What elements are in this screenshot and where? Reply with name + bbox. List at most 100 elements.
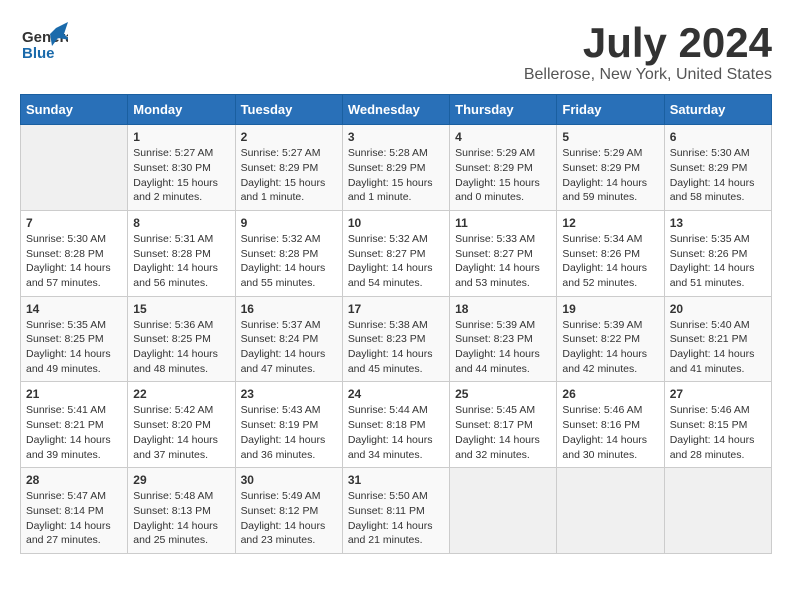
day-number: 11 (455, 216, 551, 230)
day-number: 20 (670, 302, 766, 316)
day-info: Sunrise: 5:32 AM Sunset: 8:27 PM Dayligh… (348, 232, 444, 291)
day-info: Sunrise: 5:34 AM Sunset: 8:26 PM Dayligh… (562, 232, 658, 291)
header-row: SundayMondayTuesdayWednesdayThursdayFrid… (21, 95, 772, 125)
svg-text:Blue: Blue (22, 45, 55, 62)
calendar-cell: 14 Sunrise: 5:35 AM Sunset: 8:25 PM Dayli… (21, 296, 128, 382)
day-info: Sunrise: 5:49 AM Sunset: 8:12 PM Dayligh… (241, 489, 337, 548)
location-title: Bellerose, New York, United States (524, 66, 772, 84)
logo-icon: General Blue (20, 20, 68, 73)
logo: General Blue (20, 20, 68, 73)
calendar-cell: 22Sunrise: 5:42 AM Sunset: 8:20 PM Dayli… (128, 382, 235, 468)
calendar-cell: 30 Sunrise: 5:49 AM Sunset: 8:12 PM Dayli… (235, 468, 342, 554)
day-info: Sunrise: 5:31 AM Sunset: 8:28 PM Dayligh… (133, 232, 229, 291)
calendar-cell: 1 Sunrise: 5:27 AM Sunset: 8:30 PM Daylig… (128, 125, 235, 211)
day-info: Sunrise: 5:50 AM Sunset: 8:11 PM Dayligh… (348, 489, 444, 548)
day-number: 8 (133, 216, 229, 230)
day-number: 6 (670, 130, 766, 144)
day-info: Sunrise: 5:43 AM Sunset: 8:19 PM Dayligh… (241, 403, 337, 462)
calendar-cell: 7Sunrise: 5:30 AM Sunset: 8:28 PM Daylig… (21, 210, 128, 296)
calendar-cell: 19 Sunrise: 5:39 AM Sunset: 8:22 PM Dayli… (557, 296, 664, 382)
calendar-cell: 27 Sunrise: 5:46 AM Sunset: 8:15 PM Dayli… (664, 382, 771, 468)
calendar-cell: 28 Sunrise: 5:47 AM Sunset: 8:14 PM Dayli… (21, 468, 128, 554)
calendar-cell (450, 468, 557, 554)
day-number: 13 (670, 216, 766, 230)
day-number: 14 (26, 302, 122, 316)
day-number: 12 (562, 216, 658, 230)
title-section: July 2024 Bellerose, New York, United St… (524, 20, 772, 84)
calendar-cell: 11 Sunrise: 5:33 AM Sunset: 8:27 PM Dayli… (450, 210, 557, 296)
day-info: Sunrise: 5:27 AM Sunset: 8:30 PM Dayligh… (133, 146, 229, 205)
day-info: Sunrise: 5:39 AM Sunset: 8:22 PM Dayligh… (562, 318, 658, 377)
day-number: 21 (26, 387, 122, 401)
header-day-monday: Monday (128, 95, 235, 125)
day-number: 28 (26, 473, 122, 487)
calendar-cell: 8 Sunrise: 5:31 AM Sunset: 8:28 PM Daylig… (128, 210, 235, 296)
calendar-cell: 13Sunrise: 5:35 AM Sunset: 8:26 PM Dayli… (664, 210, 771, 296)
calendar-cell: 18 Sunrise: 5:39 AM Sunset: 8:23 PM Dayli… (450, 296, 557, 382)
month-title: July 2024 (524, 20, 772, 66)
day-info: Sunrise: 5:47 AM Sunset: 8:14 PM Dayligh… (26, 489, 122, 548)
calendar-table: SundayMondayTuesdayWednesdayThursdayFrid… (20, 94, 772, 554)
calendar-cell (557, 468, 664, 554)
day-number: 27 (670, 387, 766, 401)
calendar-cell: 17 Sunrise: 5:38 AM Sunset: 8:23 PM Dayli… (342, 296, 449, 382)
header-day-sunday: Sunday (21, 95, 128, 125)
calendar-cell: 10 Sunrise: 5:32 AM Sunset: 8:27 PM Dayli… (342, 210, 449, 296)
calendar-cell: 23 Sunrise: 5:43 AM Sunset: 8:19 PM Dayli… (235, 382, 342, 468)
day-number: 31 (348, 473, 444, 487)
day-number: 23 (241, 387, 337, 401)
day-info: Sunrise: 5:35 AM Sunset: 8:25 PM Dayligh… (26, 318, 122, 377)
day-number: 10 (348, 216, 444, 230)
day-info: Sunrise: 5:36 AM Sunset: 8:25 PM Dayligh… (133, 318, 229, 377)
day-number: 22 (133, 387, 229, 401)
header-day-saturday: Saturday (664, 95, 771, 125)
day-info: Sunrise: 5:39 AM Sunset: 8:23 PM Dayligh… (455, 318, 551, 377)
day-number: 18 (455, 302, 551, 316)
calendar-cell: 12 Sunrise: 5:34 AM Sunset: 8:26 PM Dayli… (557, 210, 664, 296)
calendar-cell: 24Sunrise: 5:44 AM Sunset: 8:18 PM Dayli… (342, 382, 449, 468)
day-number: 4 (455, 130, 551, 144)
page-header: General Blue July 2024 Bellerose, New Yo… (20, 20, 772, 84)
day-info: Sunrise: 5:41 AM Sunset: 8:21 PM Dayligh… (26, 403, 122, 462)
week-row-5: 28 Sunrise: 5:47 AM Sunset: 8:14 PM Dayli… (21, 468, 772, 554)
day-number: 30 (241, 473, 337, 487)
calendar-cell: 29Sunrise: 5:48 AM Sunset: 8:13 PM Dayli… (128, 468, 235, 554)
calendar-cell: 9 Sunrise: 5:32 AM Sunset: 8:28 PM Daylig… (235, 210, 342, 296)
day-info: Sunrise: 5:30 AM Sunset: 8:29 PM Dayligh… (670, 146, 766, 205)
calendar-cell: 4Sunrise: 5:29 AM Sunset: 8:29 PM Daylig… (450, 125, 557, 211)
day-number: 2 (241, 130, 337, 144)
day-number: 1 (133, 130, 229, 144)
calendar-cell: 6 Sunrise: 5:30 AM Sunset: 8:29 PM Daylig… (664, 125, 771, 211)
week-row-1: 1 Sunrise: 5:27 AM Sunset: 8:30 PM Daylig… (21, 125, 772, 211)
day-info: Sunrise: 5:28 AM Sunset: 8:29 PM Dayligh… (348, 146, 444, 205)
calendar-cell (664, 468, 771, 554)
day-info: Sunrise: 5:33 AM Sunset: 8:27 PM Dayligh… (455, 232, 551, 291)
calendar-cell: 20 Sunrise: 5:40 AM Sunset: 8:21 PM Dayli… (664, 296, 771, 382)
day-number: 17 (348, 302, 444, 316)
header-day-tuesday: Tuesday (235, 95, 342, 125)
day-number: 16 (241, 302, 337, 316)
day-number: 19 (562, 302, 658, 316)
header-day-friday: Friday (557, 95, 664, 125)
day-info: Sunrise: 5:40 AM Sunset: 8:21 PM Dayligh… (670, 318, 766, 377)
day-number: 26 (562, 387, 658, 401)
day-info: Sunrise: 5:38 AM Sunset: 8:23 PM Dayligh… (348, 318, 444, 377)
day-info: Sunrise: 5:32 AM Sunset: 8:28 PM Dayligh… (241, 232, 337, 291)
calendar-cell: 3Sunrise: 5:28 AM Sunset: 8:29 PM Daylig… (342, 125, 449, 211)
day-number: 25 (455, 387, 551, 401)
week-row-3: 14 Sunrise: 5:35 AM Sunset: 8:25 PM Dayli… (21, 296, 772, 382)
header-day-thursday: Thursday (450, 95, 557, 125)
day-info: Sunrise: 5:46 AM Sunset: 8:15 PM Dayligh… (670, 403, 766, 462)
day-number: 7 (26, 216, 122, 230)
day-info: Sunrise: 5:45 AM Sunset: 8:17 PM Dayligh… (455, 403, 551, 462)
day-info: Sunrise: 5:48 AM Sunset: 8:13 PM Dayligh… (133, 489, 229, 548)
day-info: Sunrise: 5:46 AM Sunset: 8:16 PM Dayligh… (562, 403, 658, 462)
day-number: 15 (133, 302, 229, 316)
day-info: Sunrise: 5:44 AM Sunset: 8:18 PM Dayligh… (348, 403, 444, 462)
calendar-cell: 26 Sunrise: 5:46 AM Sunset: 8:16 PM Dayli… (557, 382, 664, 468)
calendar-cell: 15 Sunrise: 5:36 AM Sunset: 8:25 PM Dayli… (128, 296, 235, 382)
calendar-cell: 5Sunrise: 5:29 AM Sunset: 8:29 PM Daylig… (557, 125, 664, 211)
calendar-cell: 21 Sunrise: 5:41 AM Sunset: 8:21 PM Dayli… (21, 382, 128, 468)
day-number: 5 (562, 130, 658, 144)
day-number: 9 (241, 216, 337, 230)
